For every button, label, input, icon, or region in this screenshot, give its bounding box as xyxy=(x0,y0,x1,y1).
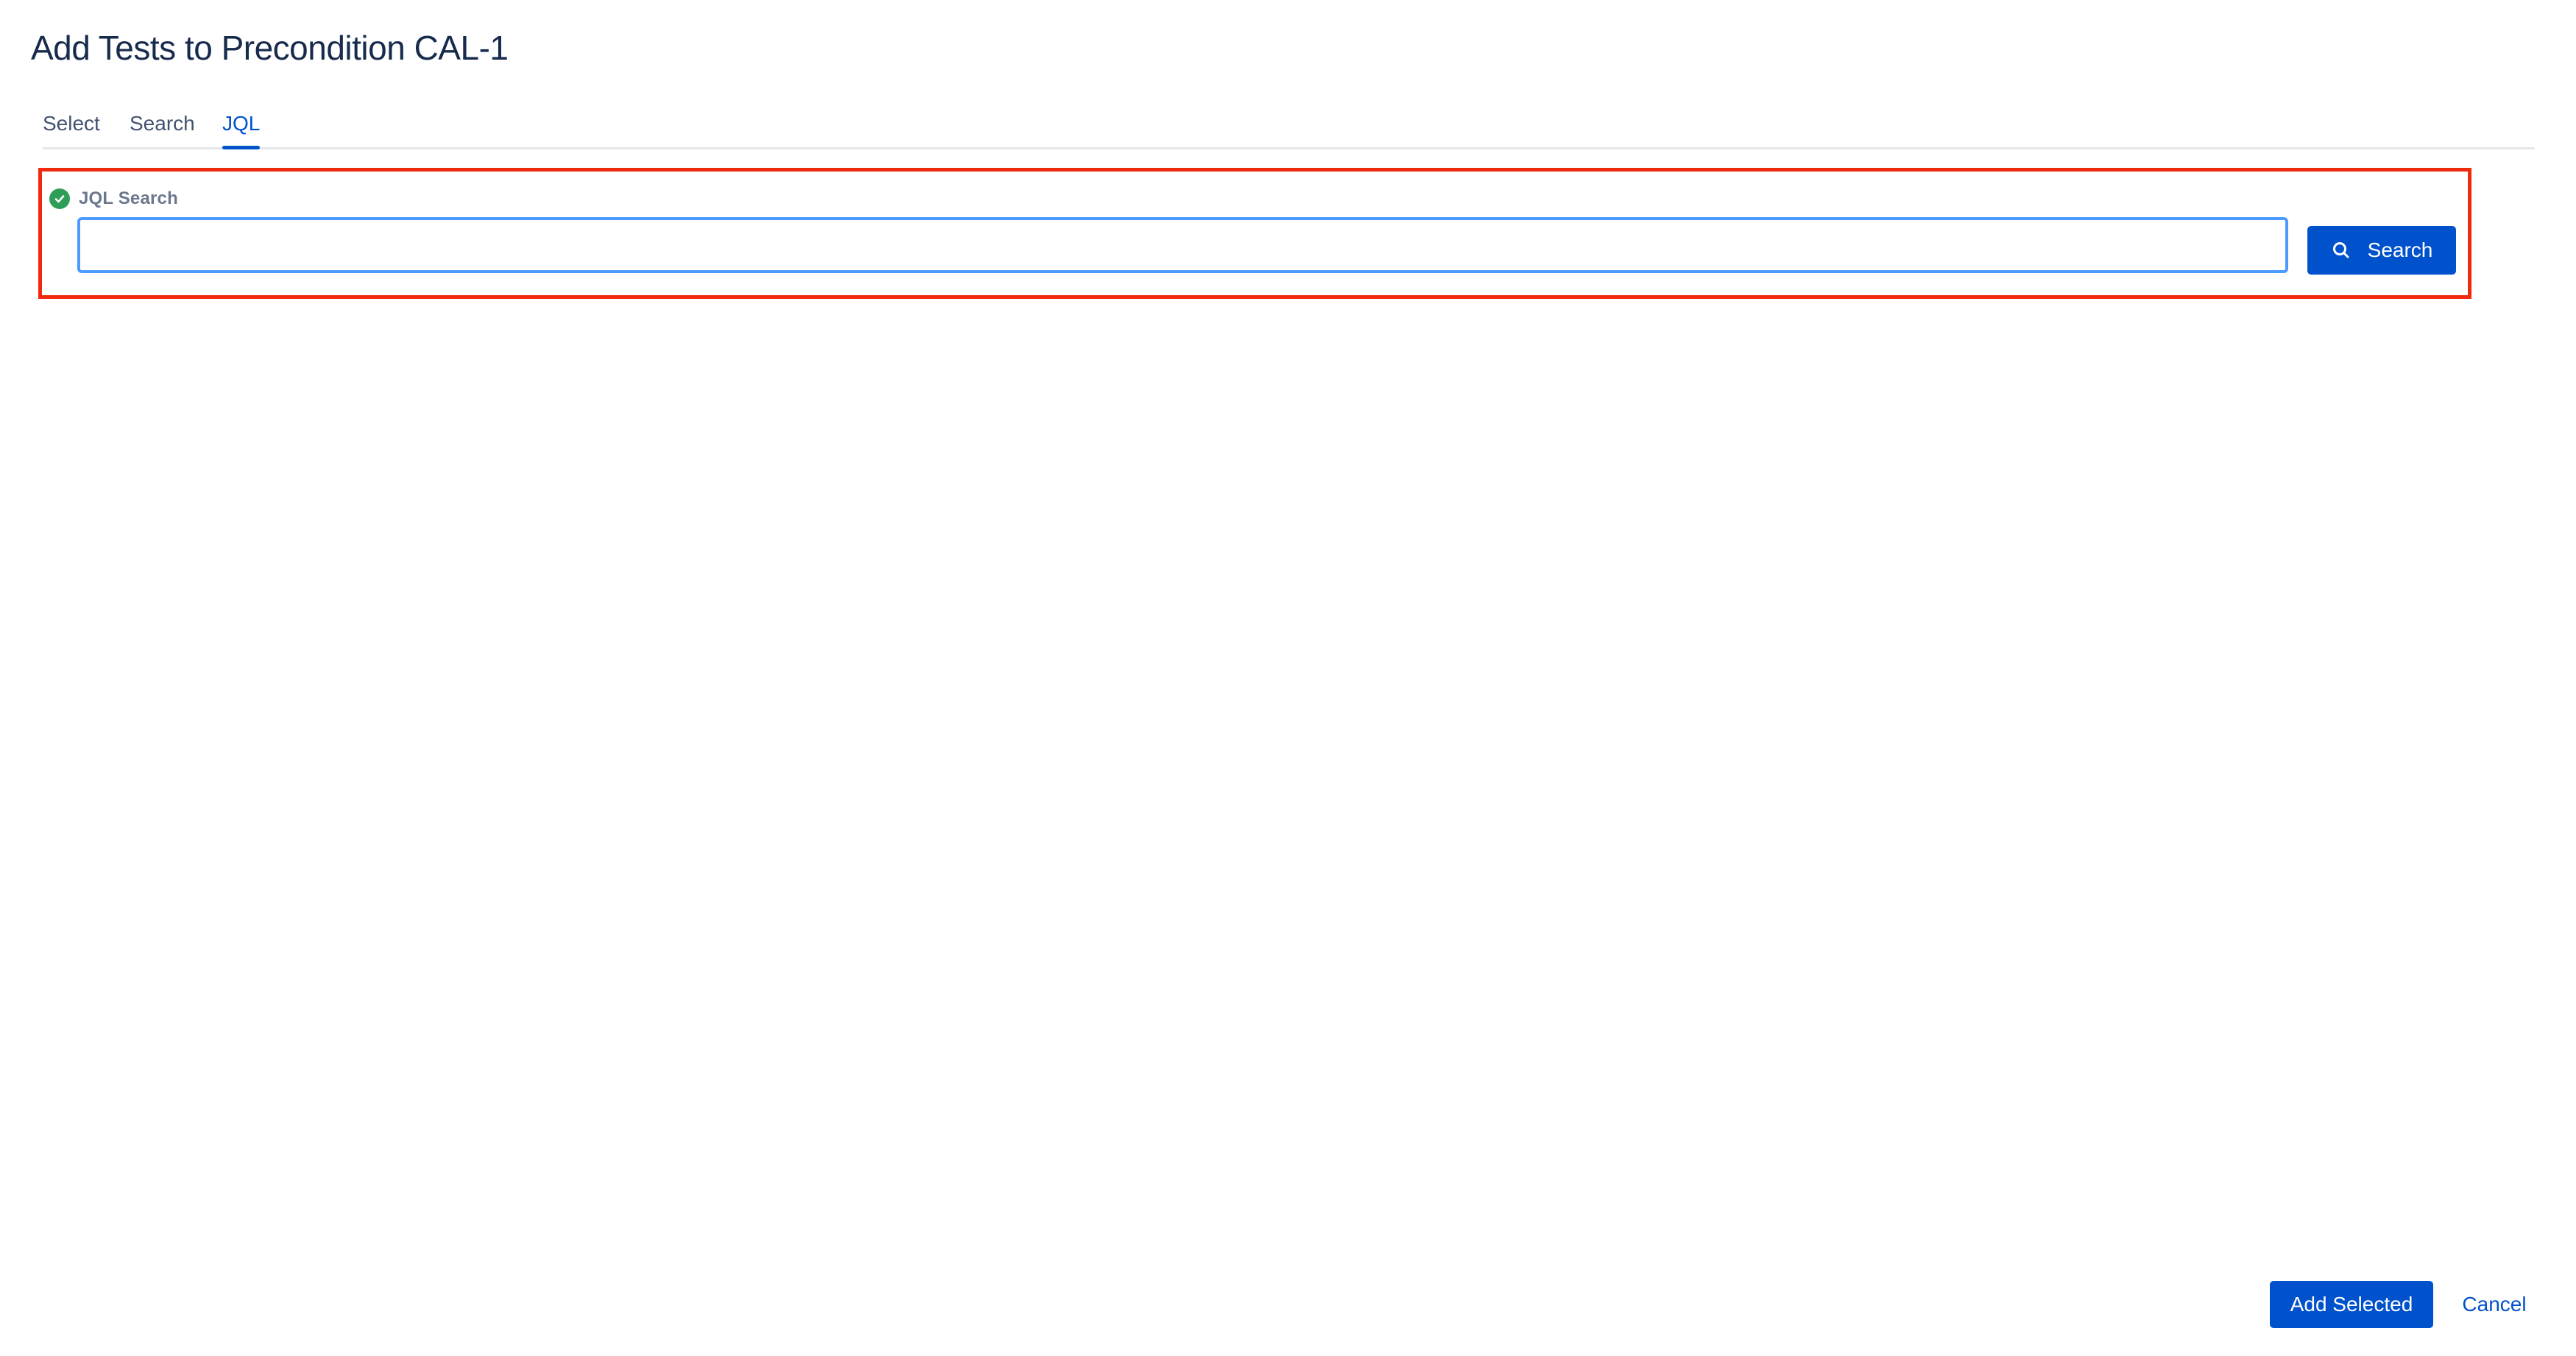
search-icon xyxy=(2331,240,2352,261)
tab-jql[interactable]: JQL xyxy=(222,109,261,149)
check-circle-icon xyxy=(49,188,70,209)
jql-field-label: JQL Search xyxy=(49,186,178,211)
jql-search-input[interactable] xyxy=(77,217,2288,273)
add-selected-button[interactable]: Add Selected xyxy=(2270,1281,2433,1328)
search-button-label: Search xyxy=(2367,239,2433,261)
jql-search-panel: JQL Search Search xyxy=(38,168,2471,299)
tab-bar: Select Search JQL xyxy=(43,109,2535,149)
tab-search[interactable]: Search xyxy=(130,109,195,147)
dialog-title: Add Tests to Precondition CAL-1 xyxy=(31,29,509,67)
jql-label-text: JQL Search xyxy=(79,188,178,208)
search-button[interactable]: Search xyxy=(2307,226,2456,275)
cancel-button[interactable]: Cancel xyxy=(2454,1281,2535,1328)
tab-select[interactable]: Select xyxy=(43,109,100,147)
